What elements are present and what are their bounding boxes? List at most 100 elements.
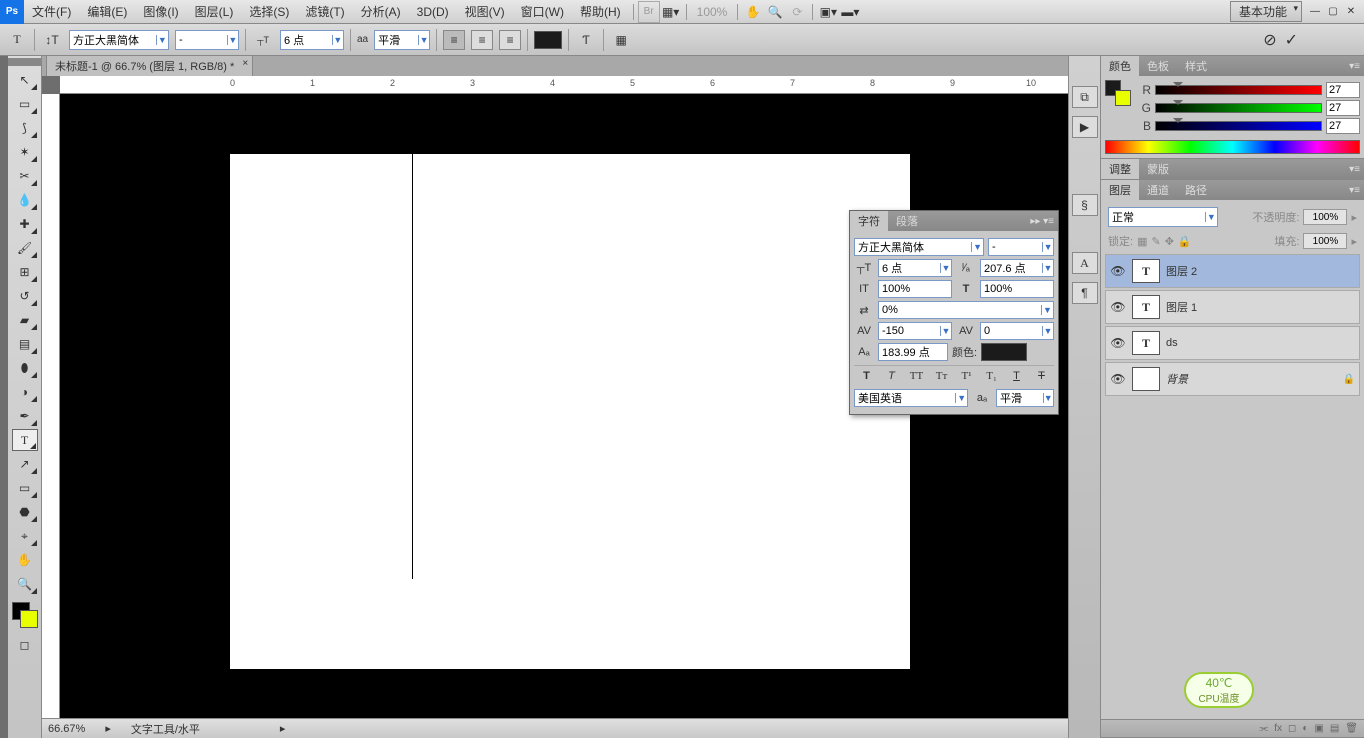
char-hscale-input[interactable] xyxy=(981,283,1053,295)
r-slider[interactable] xyxy=(1155,85,1322,95)
font-size-input[interactable] xyxy=(281,31,332,49)
screenmode-icon[interactable]: ▬▾ xyxy=(839,1,861,23)
char-tracking-input[interactable] xyxy=(879,304,1041,316)
opacity-flyout-icon[interactable]: ▸ xyxy=(1351,211,1357,224)
menu-select[interactable]: 选择(S) xyxy=(241,3,297,20)
font-family-combo[interactable]: ▼ xyxy=(69,30,169,50)
maximize-button[interactable]: ▢ xyxy=(1326,6,1340,18)
char-size-combo[interactable]: ▼ xyxy=(878,259,952,277)
cpu-temp-widget[interactable]: 40℃ CPU温度 xyxy=(1184,672,1254,708)
tab-character[interactable]: 字符 xyxy=(850,211,888,231)
color-spectrum[interactable] xyxy=(1105,140,1360,154)
crop-tool[interactable]: ✂ xyxy=(12,165,38,187)
text-orientation-icon[interactable]: ↕T xyxy=(41,29,63,51)
b-slider[interactable] xyxy=(1155,121,1322,131)
layer-thumb[interactable] xyxy=(1132,367,1160,391)
chevron-down-icon[interactable]: ▼ xyxy=(1042,326,1053,336)
language-input[interactable] xyxy=(855,392,955,404)
char-aa-input[interactable] xyxy=(997,392,1043,404)
align-center-button[interactable]: ≡ xyxy=(471,30,493,50)
menu-layer[interactable]: 图层(L) xyxy=(187,3,242,20)
lock-all-icon[interactable]: 🔒 xyxy=(1178,235,1192,248)
bold-button[interactable]: T xyxy=(859,370,875,382)
strike-button[interactable]: T xyxy=(1034,370,1050,382)
history-brush-tool[interactable]: ↺ xyxy=(12,285,38,307)
chevron-down-icon[interactable]: ▼ xyxy=(227,35,238,45)
opacity-input[interactable] xyxy=(1303,209,1347,225)
chevron-down-icon[interactable]: ▼ xyxy=(1041,305,1053,315)
char-font-combo[interactable]: ▼ xyxy=(854,238,984,256)
char-style-combo[interactable]: ▼ xyxy=(988,238,1054,256)
actions-dock-icon[interactable]: ▶ xyxy=(1072,116,1098,138)
visibility-icon[interactable]: 👁 xyxy=(1110,264,1126,278)
mask-icon[interactable]: ◻ xyxy=(1288,723,1296,734)
lock-position-icon[interactable]: ✥ xyxy=(1165,235,1174,248)
close-button[interactable]: ✕ xyxy=(1344,6,1358,18)
char-aa-combo[interactable]: ▼ xyxy=(996,389,1054,407)
toolbox-grip[interactable] xyxy=(8,58,41,66)
bridge-icon[interactable]: Br xyxy=(638,1,660,23)
char-hscale-combo[interactable] xyxy=(980,280,1054,298)
align-left-button[interactable]: ≡ xyxy=(443,30,465,50)
tab-swatches[interactable]: 色板 xyxy=(1139,56,1177,76)
layer-thumb[interactable]: T xyxy=(1132,295,1160,319)
menu-help[interactable]: 帮助(H) xyxy=(572,3,629,20)
char-leading-combo[interactable]: ▼ xyxy=(980,259,1054,277)
screen-mode-icon[interactable]: ▦▾ xyxy=(660,1,682,23)
char-metrics-input[interactable] xyxy=(981,325,1042,337)
layer-thumb[interactable]: T xyxy=(1132,259,1160,283)
blend-mode-combo[interactable]: ▼ xyxy=(1108,207,1218,227)
b-input[interactable] xyxy=(1326,118,1360,134)
visibility-icon[interactable]: 👁 xyxy=(1110,336,1126,350)
char-kerning-input[interactable] xyxy=(879,325,940,337)
dodge-tool[interactable]: ◑ xyxy=(12,381,38,403)
color-fg-bg[interactable] xyxy=(1105,80,1131,106)
commit-icon[interactable]: ✓ xyxy=(1285,30,1298,50)
char-baseline-input[interactable] xyxy=(879,346,947,358)
link-layers-icon[interactable]: ⫘ xyxy=(1259,723,1268,734)
move-tool[interactable]: ↖ xyxy=(12,69,38,91)
layer-row[interactable]: 👁 T ds xyxy=(1105,326,1360,360)
zoom-icon[interactable]: 🔍 xyxy=(764,1,786,23)
panel-menu-icon[interactable]: ▸▸ ▾≡ xyxy=(1026,216,1058,227)
blur-tool[interactable]: ⬮ xyxy=(12,357,38,379)
chevron-down-icon[interactable]: ▼ xyxy=(332,35,343,45)
tab-layers[interactable]: 图层 xyxy=(1101,180,1139,200)
para-dock-icon[interactable]: ¶ xyxy=(1072,282,1098,304)
delete-layer-icon[interactable]: 🗑 xyxy=(1345,723,1358,734)
rotate-view-icon[interactable]: ⟳ xyxy=(786,1,808,23)
tab-paragraph[interactable]: 段落 xyxy=(888,211,926,231)
char-font-input[interactable] xyxy=(855,241,971,253)
underline-button[interactable]: T xyxy=(1009,370,1025,382)
type-tool[interactable]: T xyxy=(12,429,38,451)
quick-mask-icon[interactable]: ◻ xyxy=(12,634,38,656)
tool-preset-icon[interactable]: T xyxy=(6,29,28,51)
stamp-tool[interactable]: ⊞ xyxy=(12,261,38,283)
char-dock-icon[interactable]: A xyxy=(1072,252,1098,274)
superscript-button[interactable]: T¹ xyxy=(959,370,975,382)
arrange-icon[interactable]: ▣▾ xyxy=(817,1,839,23)
adjustment-layer-icon[interactable]: ◐ xyxy=(1302,723,1308,734)
menu-analysis[interactable]: 分析(A) xyxy=(353,3,409,20)
chevron-down-icon[interactable]: ▼ xyxy=(1042,263,1053,273)
layer-name[interactable]: ds xyxy=(1166,337,1178,349)
menu-window[interactable]: 窗口(W) xyxy=(513,3,572,20)
tab-masks[interactable]: 蒙版 xyxy=(1139,159,1177,179)
char-kerning-combo[interactable]: ▼ xyxy=(878,322,952,340)
workspace-dropdown[interactable]: 基本功能 xyxy=(1230,1,1302,22)
gradient-tool[interactable]: ▤ xyxy=(12,333,38,355)
layer-name[interactable]: 图层 2 xyxy=(1166,263,1197,279)
close-tab-icon[interactable]: × xyxy=(242,58,248,69)
language-combo[interactable]: ▼ xyxy=(854,389,968,407)
antialias-input[interactable] xyxy=(375,31,418,49)
layer-row[interactable]: 👁 背景 🔒 xyxy=(1105,362,1360,396)
layer-name[interactable]: 图层 1 xyxy=(1166,299,1197,315)
lock-pixels-icon[interactable]: ▦ xyxy=(1137,235,1147,248)
menu-image[interactable]: 图像(I) xyxy=(135,3,186,20)
panel-menu-icon[interactable]: ▾≡ xyxy=(1345,164,1364,175)
italic-button[interactable]: T xyxy=(884,370,900,382)
tab-color[interactable]: 颜色 xyxy=(1101,56,1139,76)
fx-icon[interactable]: fx xyxy=(1274,723,1282,734)
chevron-down-icon[interactable]: ▼ xyxy=(940,263,951,273)
align-right-button[interactable]: ≡ xyxy=(499,30,521,50)
